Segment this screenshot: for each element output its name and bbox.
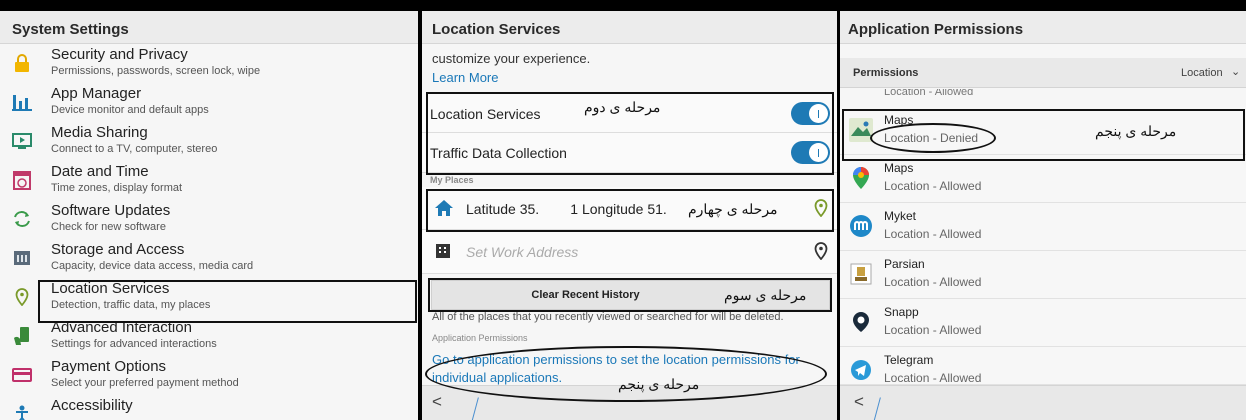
app-row-snapp[interactable]: Snapp Location - Allowed xyxy=(840,299,1246,347)
item-subtitle: Device monitor and default apps xyxy=(51,104,209,116)
filter-value[interactable]: Location xyxy=(1181,67,1223,79)
back-button[interactable]: < xyxy=(432,392,442,412)
settings-item-payment-options[interactable]: Payment Options Select your preferred pa… xyxy=(0,356,418,395)
learn-more-link[interactable]: Learn More xyxy=(432,70,498,85)
work-address-row[interactable]: Set Work Address xyxy=(422,230,837,274)
settings-item-app-manager[interactable]: App Manager Device monitor and default a… xyxy=(0,83,418,122)
permissions-filter-bar[interactable]: Permissions Location ⌄ xyxy=(840,58,1246,88)
bar-chart-icon xyxy=(12,92,32,112)
annotation-step5: مرحله ی پنجم xyxy=(1095,123,1177,139)
myket-icon xyxy=(849,214,873,238)
filter-label: Permissions xyxy=(853,67,919,79)
app-status: Location - Allowed xyxy=(884,179,982,193)
intro-text: customize your experience. xyxy=(432,51,591,66)
work-address-placeholder: Set Work Address xyxy=(466,244,579,260)
annotation-oval-denied xyxy=(870,123,996,153)
status-bar xyxy=(0,0,1246,11)
annotation-oval-step5 xyxy=(425,346,827,402)
app-row-myket[interactable]: Myket Location - Allowed xyxy=(840,203,1246,251)
settings-item-date-time[interactable]: Date and Time Time zones, display format xyxy=(0,161,418,200)
item-title: Security and Privacy xyxy=(51,46,188,63)
annotation-step2: مرحله ی دوم xyxy=(584,99,661,115)
app-name: Telegram xyxy=(884,353,934,367)
page-title: Application Permissions xyxy=(840,11,1246,44)
credit-card-icon xyxy=(12,365,32,385)
app-row-parsian[interactable]: Parsian Location - Allowed xyxy=(840,251,1246,299)
app-name: Parsian xyxy=(884,257,925,271)
item-subtitle: Select your preferred payment method xyxy=(51,377,239,389)
chevron-down-icon[interactable]: ⌄ xyxy=(1231,65,1240,78)
annotation-highlight-location xyxy=(38,280,417,323)
item-title: Storage and Access xyxy=(51,241,185,258)
item-title: Media Sharing xyxy=(51,124,148,141)
parsian-icon xyxy=(849,262,873,286)
annotation-step4: مرحله ی چهارم xyxy=(688,201,778,217)
settings-item-software-updates[interactable]: Software Updates Check for new software xyxy=(0,200,418,239)
page-title: Location Services xyxy=(422,11,837,44)
app-status: Location - Allowed xyxy=(884,323,982,337)
settings-item-security[interactable]: Security and Privacy Permissions, passwo… xyxy=(0,44,418,83)
app-status: Location - Allowed xyxy=(884,275,982,289)
page-title: System Settings xyxy=(0,11,418,44)
item-title: Software Updates xyxy=(51,202,171,219)
app-name: Myket xyxy=(884,209,917,223)
application-permissions-panel: Application Permissions Permissions Loca… xyxy=(840,11,1246,420)
annotation-step5-link: مرحله ی پنجم xyxy=(618,376,700,392)
item-subtitle: Time zones, display format xyxy=(51,182,183,194)
app-row-google-maps[interactable]: Maps Location - Allowed xyxy=(840,155,1246,203)
google-maps-icon xyxy=(849,166,873,190)
clear-history-note: All of the places that you recently view… xyxy=(432,311,784,323)
app-status: Location - Allowed xyxy=(884,371,982,385)
app-name: Snapp xyxy=(884,305,919,319)
telegram-icon xyxy=(849,358,873,382)
system-settings-panel: System Settings Security and Privacy Per… xyxy=(0,11,418,420)
snapp-icon xyxy=(849,310,873,334)
storage-icon xyxy=(12,248,32,268)
item-title: Accessibility xyxy=(51,397,133,414)
item-title: Date and Time xyxy=(51,163,149,180)
app-status: Location - Allowed xyxy=(884,227,982,241)
app-permissions-label: Application Permissions xyxy=(432,333,528,343)
settings-item-accessibility[interactable]: Accessibility xyxy=(0,395,418,420)
annotation-step3: مرحله ی سوم xyxy=(724,287,807,303)
settings-item-storage-access[interactable]: Storage and Access Capacity, device data… xyxy=(0,239,418,278)
my-places-label: My Places xyxy=(430,175,474,185)
back-button[interactable]: < xyxy=(854,392,864,412)
lock-icon xyxy=(12,53,32,73)
location-pin-icon xyxy=(814,242,828,265)
item-subtitle: Connect to a TV, computer, stereo xyxy=(51,143,218,155)
partial-row-status: Location - Allowed xyxy=(884,89,974,97)
item-title: App Manager xyxy=(51,85,142,102)
screen-share-icon xyxy=(12,131,32,151)
item-subtitle: Settings for advanced interactions xyxy=(51,338,217,350)
building-icon xyxy=(435,243,451,264)
app-name: Maps xyxy=(884,161,914,175)
item-subtitle: Check for new software xyxy=(51,221,166,233)
accessibility-icon xyxy=(12,404,32,420)
hand-phone-icon xyxy=(12,326,32,346)
settings-item-media-sharing[interactable]: Media Sharing Connect to a TV, computer,… xyxy=(0,122,418,161)
location-pin-icon xyxy=(12,287,32,307)
calendar-clock-icon xyxy=(12,170,32,190)
location-services-panel: Location Services customize your experie… xyxy=(422,11,837,420)
app-row-telegram[interactable]: Telegram Location - Allowed xyxy=(840,347,1246,385)
item-title: Payment Options xyxy=(51,358,167,375)
bottom-action-bar: < xyxy=(840,385,1246,420)
item-subtitle: Capacity, device data access, media card xyxy=(51,260,254,272)
refresh-icon xyxy=(12,209,32,229)
item-subtitle: Permissions, passwords, screen lock, wip… xyxy=(51,65,261,77)
